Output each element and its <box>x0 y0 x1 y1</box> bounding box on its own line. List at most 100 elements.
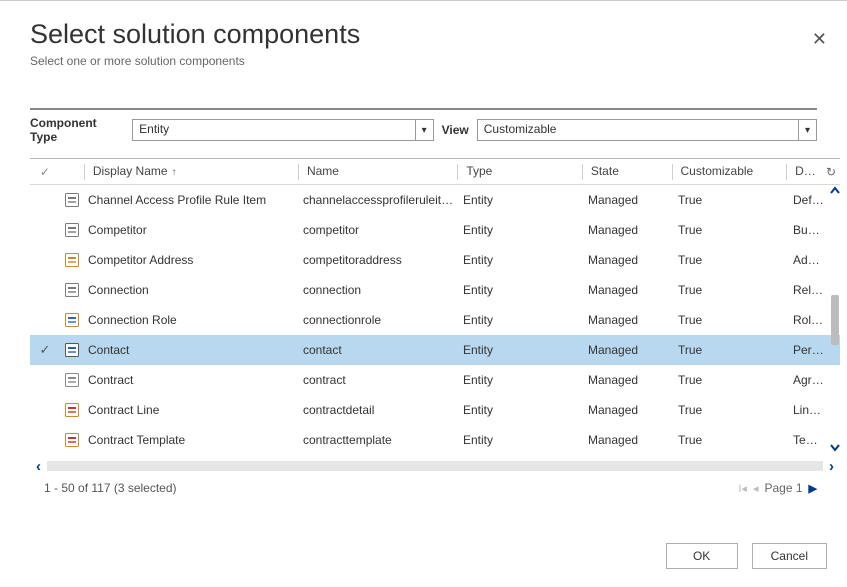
chevron-down-icon: ▾ <box>798 120 816 140</box>
select-all-checkbox[interactable]: ✓ <box>30 165 60 179</box>
table-row[interactable]: ✓ Contact contact Entity Managed True Pe… <box>30 335 840 365</box>
col-name[interactable]: Name <box>298 164 457 180</box>
dialog-subtitle: Select one or more solution components <box>30 54 817 68</box>
cell-customizable: True <box>674 403 789 417</box>
cell-name: competitoraddress <box>299 253 459 267</box>
dialog-title: Select solution components <box>30 19 817 50</box>
cell-display-name: Connection Role <box>84 313 299 327</box>
page-label: Page 1 <box>764 481 802 495</box>
pager: I◂ ◂ Page 1 ▶ <box>738 481 817 495</box>
scroll-track[interactable] <box>47 461 823 471</box>
contract-template-icon <box>60 432 84 448</box>
cell-display-name: Competitor Address <box>84 253 299 267</box>
cell-type: Entity <box>459 433 584 447</box>
cancel-button[interactable]: Cancel <box>752 543 827 569</box>
cell-customizable: True <box>674 253 789 267</box>
prev-page-icon[interactable]: ◂ <box>753 482 759 495</box>
close-icon[interactable]: ✕ <box>812 29 827 50</box>
cell-display-name: Contact <box>84 343 299 357</box>
ok-button[interactable]: OK <box>666 543 738 569</box>
cell-type: Entity <box>459 193 584 207</box>
cell-description: Busine <box>789 223 829 237</box>
table-row[interactable]: Channel Access Profile Rule Item channel… <box>30 185 840 215</box>
cell-state: Managed <box>584 433 674 447</box>
scroll-thumb[interactable] <box>831 295 839 345</box>
cell-state: Managed <box>584 283 674 297</box>
table-row[interactable]: Connection connection Entity Managed Tru… <box>30 275 840 305</box>
cell-customizable: True <box>674 433 789 447</box>
refresh-icon[interactable]: ↻ <box>826 165 836 179</box>
col-description[interactable]: Desc <box>786 164 826 180</box>
cell-state: Managed <box>584 253 674 267</box>
cell-type: Entity <box>459 313 584 327</box>
row-checkbox[interactable]: ✓ <box>30 342 60 358</box>
connection-role-icon <box>60 312 84 328</box>
cell-display-name: Channel Access Profile Rule Item <box>84 193 299 207</box>
table-row[interactable]: Competitor Address competitoraddress Ent… <box>30 245 840 275</box>
table-row[interactable]: Competitor competitor Entity Managed Tru… <box>30 215 840 245</box>
address-icon <box>60 252 84 268</box>
cell-name: contractdetail <box>299 403 459 417</box>
cell-name: contracttemplate <box>299 433 459 447</box>
header-divider <box>30 108 817 110</box>
entity-lock-icon <box>60 192 84 208</box>
view-select[interactable]: Customizable ▾ <box>477 119 817 141</box>
col-customizable[interactable]: Customizable <box>672 164 787 180</box>
cell-state: Managed <box>584 373 674 387</box>
view-label: View <box>442 123 469 137</box>
cell-description: Role de <box>789 313 829 327</box>
component-type-select[interactable]: Entity ▾ <box>132 119 433 141</box>
scroll-up-icon[interactable] <box>830 185 840 199</box>
cell-name: connectionrole <box>299 313 459 327</box>
cell-state: Managed <box>584 193 674 207</box>
cell-customizable: True <box>674 313 789 327</box>
chevron-down-icon: ▾ <box>415 120 433 140</box>
connection-icon <box>60 282 84 298</box>
cell-display-name: Competitor <box>84 223 299 237</box>
cell-type: Entity <box>459 373 584 387</box>
table-row[interactable]: Contract Line contractdetail Entity Mana… <box>30 395 840 425</box>
contact-icon <box>60 342 84 358</box>
component-type-label: Component Type <box>30 116 124 144</box>
cell-description: Additic <box>789 253 829 267</box>
cell-customizable: True <box>674 373 789 387</box>
cell-type: Entity <box>459 343 584 357</box>
cell-name: competitor <box>299 223 459 237</box>
view-value: Customizable <box>484 122 557 136</box>
first-page-icon[interactable]: I◂ <box>738 482 747 495</box>
cell-state: Managed <box>584 343 674 357</box>
scroll-left-icon[interactable]: ‹ <box>30 458 47 475</box>
grid-header: ✓ Display Name↑ Name Type State Customiz… <box>30 159 840 185</box>
cell-customizable: True <box>674 343 789 357</box>
cell-display-name: Contract Line <box>84 403 299 417</box>
cell-display-name: Contract Template <box>84 433 299 447</box>
horizontal-scrollbar[interactable]: ‹ › <box>30 457 840 475</box>
table-row[interactable]: Connection Role connectionrole Entity Ma… <box>30 305 840 335</box>
col-display-name[interactable]: Display Name↑ <box>84 164 298 180</box>
cell-state: Managed <box>584 313 674 327</box>
contract-icon <box>60 372 84 388</box>
cell-description: Agreer <box>789 373 829 387</box>
sort-asc-icon: ↑ <box>172 167 177 178</box>
cell-description: Person <box>789 343 829 357</box>
component-type-value: Entity <box>139 122 169 136</box>
component-grid: ✓ Display Name↑ Name Type State Customiz… <box>30 158 840 475</box>
competitor-icon <box>60 222 84 238</box>
cell-description: Defines <box>789 193 829 207</box>
scroll-right-icon[interactable]: › <box>823 458 840 475</box>
col-state[interactable]: State <box>582 164 672 180</box>
cell-name: contact <box>299 343 459 357</box>
next-page-icon[interactable]: ▶ <box>809 482 817 495</box>
table-row[interactable]: Contract contract Entity Managed True Ag… <box>30 365 840 395</box>
vertical-scrollbar[interactable] <box>828 185 842 455</box>
cell-name: connection <box>299 283 459 297</box>
cell-customizable: True <box>674 193 789 207</box>
col-type[interactable]: Type <box>457 164 582 180</box>
cell-display-name: Connection <box>84 283 299 297</box>
cell-display-name: Contract <box>84 373 299 387</box>
cell-name: channelaccessprofileruleite... <box>299 193 459 207</box>
scroll-down-icon[interactable] <box>830 441 840 455</box>
table-row[interactable]: Contract Template contracttemplate Entit… <box>30 425 840 455</box>
cell-description: Templa <box>789 433 829 447</box>
cell-customizable: True <box>674 283 789 297</box>
